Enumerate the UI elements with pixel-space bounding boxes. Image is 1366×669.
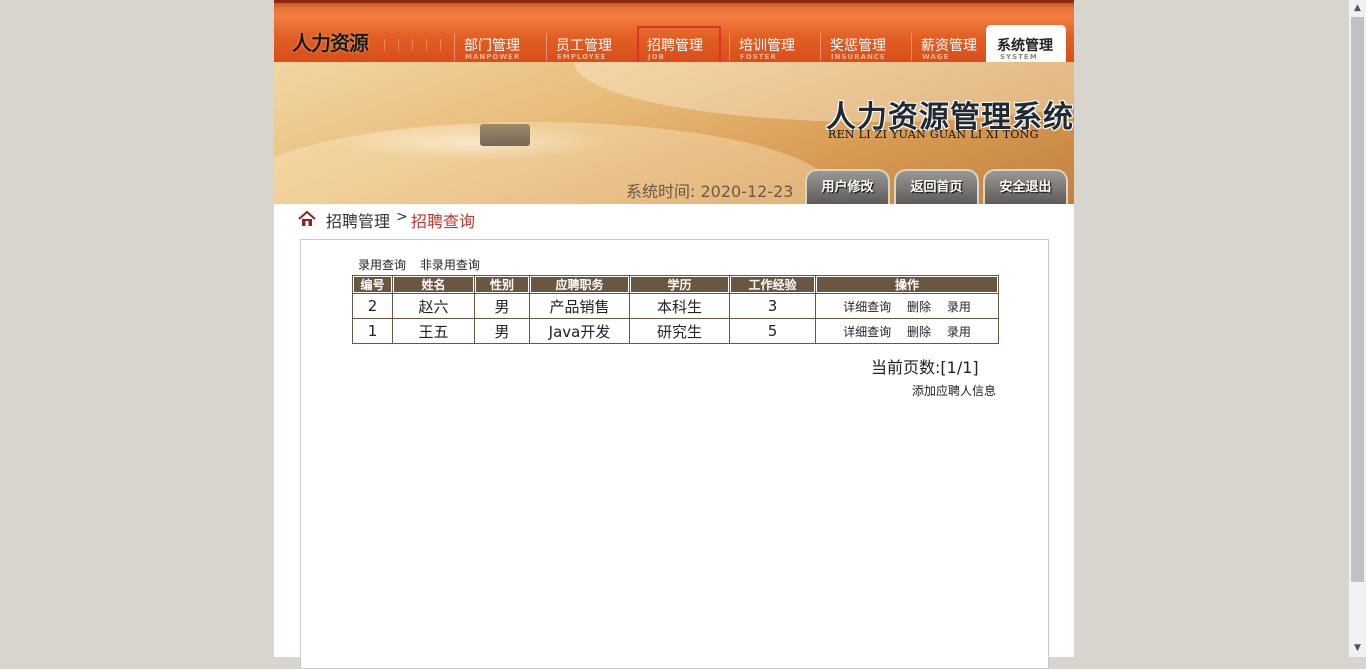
column-header-name: 姓名 <box>392 275 475 294</box>
hire-link[interactable]: 录用 <box>947 325 971 339</box>
logo-decoration <box>384 39 454 51</box>
cell-name: 赵六 <box>392 293 475 319</box>
column-header-gender: 性别 <box>474 275 530 294</box>
column-header-education: 学历 <box>629 275 730 294</box>
scroll-up-arrow-icon[interactable]: ▲ <box>1349 0 1366 17</box>
nav-sublabel: JOB <box>648 53 665 61</box>
cell-id: 2 <box>352 293 393 319</box>
system-time-value: 2020-12-23 <box>700 182 794 201</box>
logout-button[interactable]: 安全退出 <box>983 169 1068 204</box>
delete-link[interactable]: 删除 <box>907 325 931 339</box>
scrollbar-thumb[interactable] <box>1351 17 1364 582</box>
top-nav-bar: 人力资源 部门管理 MANPOWER 员工管理 EMPLOYEE 招聘管理 JO… <box>274 0 1074 78</box>
table-row: 2 赵六 男 产品销售 本科生 3 详细查询 删除 录用 <box>352 293 999 319</box>
breadcrumb-current: 招聘查询 <box>411 212 476 231</box>
system-time-label: 系统时间: <box>626 182 696 201</box>
cell-experience: 3 <box>729 293 816 319</box>
nav-label: 系统管理 <box>997 38 1053 54</box>
cell-actions: 详细查询 删除 录用 <box>815 293 999 319</box>
table-header-row: 编号 姓名 性别 应聘职务 学历 工作经验 操作 <box>352 275 999 294</box>
page-container: 人力资源 部门管理 MANPOWER 员工管理 EMPLOYEE 招聘管理 JO… <box>274 0 1074 669</box>
column-header-id: 编号 <box>352 275 393 294</box>
nav-separator <box>911 33 912 61</box>
cell-actions: 详细查询 删除 录用 <box>815 318 999 344</box>
home-icon[interactable] <box>298 210 316 228</box>
nav-sublabel: INSURANCE <box>831 53 886 61</box>
nav-label: 奖惩管理 <box>830 38 886 54</box>
page-indicator: 当前页数:[1/1] <box>871 358 979 377</box>
hire-link[interactable]: 录用 <box>947 300 971 314</box>
table-row: 1 王五 男 Java开发 研究生 5 详细查询 删除 录用 <box>352 318 999 344</box>
nav-sublabel: SYSTEM <box>1000 53 1038 61</box>
nav-separator <box>820 33 821 61</box>
query-links: 录用查询 非录用查询 <box>358 256 490 273</box>
detail-query-link[interactable]: 详细查询 <box>843 300 891 314</box>
nav-item-system[interactable]: 系统管理 SYSTEM <box>986 25 1066 65</box>
nav-label: 薪资管理 <box>921 38 977 54</box>
content-panel: 录用查询 非录用查询 编号 姓名 性别 应聘职务 学历 工作经验 操作 2 赵六 <box>300 239 1049 669</box>
banner: 人力资源管理系统 REN LI ZI YUAN GUAN LI XI TONG … <box>274 62 1074 204</box>
nav-item-training[interactable]: 培训管理 FOSTER <box>729 25 819 65</box>
nav-item-department[interactable]: 部门管理 MANPOWER <box>454 25 544 65</box>
scroll-down-arrow-icon[interactable]: ▼ <box>1349 640 1366 657</box>
nav-sublabel: FOSTER <box>740 53 777 61</box>
hired-query-link[interactable]: 录用查询 <box>358 258 406 272</box>
nav-separator <box>546 33 547 61</box>
cell-gender: 男 <box>474 293 530 319</box>
add-applicant-link[interactable]: 添加应聘人信息 <box>912 382 996 399</box>
detail-query-link[interactable]: 详细查询 <box>843 325 891 339</box>
cell-education: 研究生 <box>629 318 730 344</box>
cell-name: 王五 <box>392 318 475 344</box>
nav-sublabel: EMPLOYEE <box>557 53 607 61</box>
not-hired-query-link[interactable]: 非录用查询 <box>420 258 480 272</box>
column-header-experience: 工作经验 <box>729 275 816 294</box>
breadcrumb-parent[interactable]: 招聘管理 <box>326 208 390 232</box>
nav-label: 招聘管理 <box>647 38 703 54</box>
cell-experience: 5 <box>729 318 816 344</box>
cell-gender: 男 <box>474 318 530 344</box>
edit-user-button[interactable]: 用户修改 <box>805 169 890 204</box>
nav-sublabel: MANPOWER <box>465 53 521 61</box>
system-time: 系统时间: 2020-12-23 <box>626 178 793 202</box>
back-home-button[interactable]: 返回首页 <box>894 169 979 204</box>
breadcrumb-separator: > <box>396 209 408 225</box>
cell-position: 产品销售 <box>529 293 630 319</box>
app-logo: 人力资源 <box>292 31 369 55</box>
cell-position: Java开发 <box>529 318 630 344</box>
nav-label: 员工管理 <box>556 38 612 54</box>
nav-label: 培训管理 <box>739 38 795 54</box>
nav-label: 部门管理 <box>464 38 520 54</box>
nav-separator <box>454 33 455 61</box>
applicant-table: 编号 姓名 性别 应聘职务 学历 工作经验 操作 2 赵六 男 产品销售 本科生… <box>352 275 999 344</box>
nav-item-employee[interactable]: 员工管理 EMPLOYEE <box>546 25 636 65</box>
banner-device-image <box>480 124 530 146</box>
column-header-actions: 操作 <box>815 275 999 294</box>
vertical-scrollbar[interactable]: ▲ ▼ <box>1349 0 1366 657</box>
delete-link[interactable]: 删除 <box>907 300 931 314</box>
nav-separator <box>637 33 638 61</box>
nav-sublabel: WAGE <box>922 53 950 61</box>
nav-item-rewards[interactable]: 奖惩管理 INSURANCE <box>820 25 910 65</box>
cell-education: 本科生 <box>629 293 730 319</box>
column-header-position: 应聘职务 <box>529 275 630 294</box>
cell-id: 1 <box>352 318 393 344</box>
system-subtitle: REN LI ZI YUAN GUAN LI XI TONG <box>828 128 1039 141</box>
nav-separator <box>729 33 730 61</box>
nav-item-recruitment[interactable]: 招聘管理 JOB <box>637 25 727 65</box>
